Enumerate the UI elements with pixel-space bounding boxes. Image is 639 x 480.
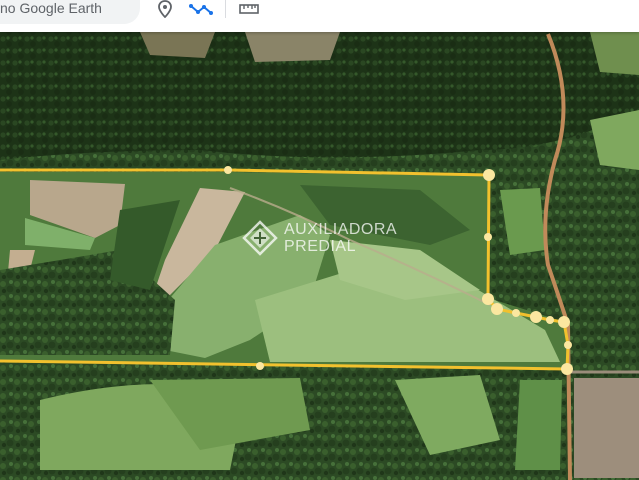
pasture (515, 380, 562, 470)
place-pin-icon (158, 0, 172, 18)
search-box[interactable]: no Google Earth (0, 0, 140, 24)
watermark: AUXILIADORA PREDIAL (242, 220, 397, 256)
clearing (245, 32, 340, 62)
vertex[interactable] (558, 316, 570, 328)
vertex[interactable] (546, 316, 554, 324)
ruler-icon (239, 4, 259, 14)
plowed-field (574, 378, 639, 478)
watermark-logo-icon (242, 220, 278, 256)
vertex[interactable] (483, 169, 495, 181)
watermark-line-1: AUXILIADORA (284, 220, 398, 238)
vertex[interactable] (256, 362, 264, 370)
watermark-line-2: PREDIAL (284, 237, 356, 255)
vertex[interactable] (530, 311, 542, 323)
vertex[interactable] (564, 341, 572, 349)
measure-button[interactable] (236, 0, 262, 18)
path-line-icon (189, 4, 213, 15)
add-placemark-button[interactable] (152, 0, 178, 18)
toolbar-divider (225, 0, 226, 18)
vertex[interactable] (491, 303, 503, 315)
vertex[interactable] (512, 309, 520, 317)
draw-path-button[interactable] (188, 0, 214, 18)
search-text: no Google Earth (0, 0, 102, 16)
clearing (140, 32, 215, 58)
vertex[interactable] (224, 166, 232, 174)
vertex[interactable] (561, 363, 573, 375)
vertex[interactable] (482, 293, 494, 305)
vertex[interactable] (484, 233, 492, 241)
map-toolbar: no Google Earth (0, 0, 639, 32)
